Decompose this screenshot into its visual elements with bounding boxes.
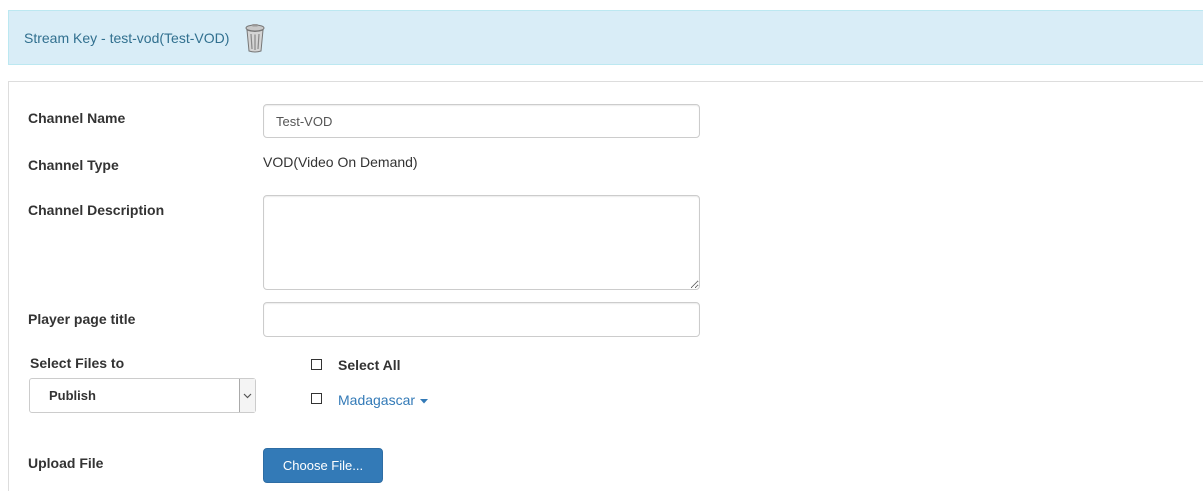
- channel-type-value: VOD(Video On Demand): [263, 154, 418, 170]
- file-checkbox-madagascar[interactable]: [311, 393, 322, 404]
- chevron-down-icon[interactable]: [239, 379, 255, 412]
- select-all-label: Select All: [338, 357, 401, 373]
- file-name-madagascar: Madagascar: [338, 392, 416, 408]
- player-page-title-label: Player page title: [28, 311, 136, 327]
- file-link-madagascar[interactable]: Madagascar: [338, 392, 428, 408]
- trash-can-icon[interactable]: [244, 23, 266, 53]
- publish-select[interactable]: Publish: [29, 378, 256, 413]
- channel-name-input[interactable]: [263, 104, 700, 138]
- select-files-label: Select Files to: [30, 355, 125, 371]
- publish-select-value: Publish: [49, 388, 96, 403]
- caret-down-icon: [419, 398, 428, 404]
- select-all-checkbox[interactable]: [311, 359, 322, 370]
- choose-file-button[interactable]: Choose File...: [263, 448, 383, 483]
- panel-header: Stream Key - test-vod(Test-VOD): [8, 10, 1203, 65]
- channel-form-panel: Channel Name Channel Type VOD(Video On D…: [8, 81, 1203, 491]
- channel-name-label: Channel Name: [28, 110, 126, 126]
- page-title: Stream Key - test-vod(Test-VOD): [24, 29, 230, 46]
- player-page-title-input[interactable]: [263, 302, 700, 337]
- upload-file-label: Upload File: [28, 455, 104, 471]
- channel-type-label: Channel Type: [28, 157, 119, 173]
- channel-description-label: Channel Description: [28, 202, 165, 218]
- channel-description-textarea[interactable]: [263, 195, 700, 290]
